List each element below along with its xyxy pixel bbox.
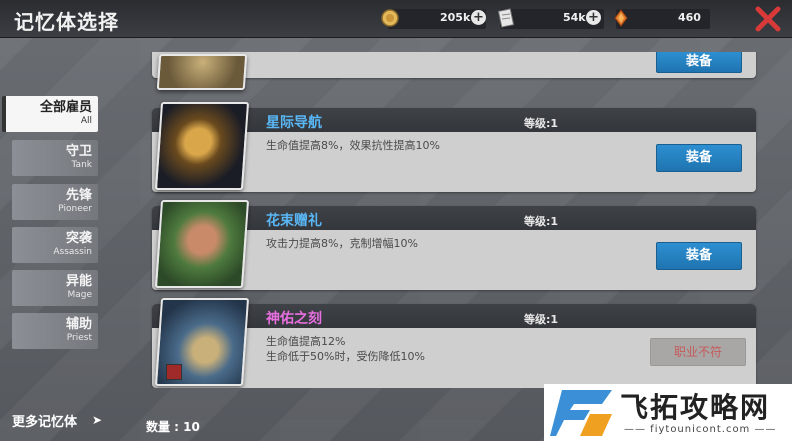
tab-assassin[interactable]: 突袭 Assassin — [12, 227, 98, 263]
add-coin-button[interactable]: + — [471, 10, 486, 25]
list-item: 神佑之刻 等级:1 生命值提高12% 生命低于50%时，受伤降低10% 职业不符 — [152, 298, 756, 388]
tab-pioneer-label: 先锋 — [65, 188, 92, 203]
tab-all-sublabel: All — [80, 116, 92, 126]
tab-all[interactable]: 全部雇员 All — [2, 96, 98, 132]
bouquet-gift-card-image — [154, 200, 250, 288]
class-mismatch-button: 职业不符 — [650, 338, 746, 366]
tab-mage-label: 异能 — [65, 274, 92, 289]
top-bar: 记忆体选择 205k + 54k + 460 — [0, 0, 792, 38]
card-description: 攻击力提高8%，克制增幅10% — [266, 237, 418, 250]
coin-icon — [381, 9, 399, 27]
ticket-value: 54k — [563, 11, 586, 24]
tab-priest-label: 辅助 — [65, 317, 92, 332]
crystal-icon — [614, 9, 628, 27]
card-description: 生命值提高12% 生命低于50%时，受伤降低10% — [266, 334, 425, 364]
card-description-line: 生命值提高12% — [266, 335, 346, 348]
coin-value: 205k — [440, 11, 471, 24]
watermark-title: 飞拓攻略网 — [620, 391, 771, 424]
add-ticket-button[interactable]: + — [586, 10, 601, 25]
lock-icon — [166, 364, 182, 380]
tab-pioneer[interactable]: 先锋 Pioneer — [12, 184, 98, 220]
card-level: 等级:1 — [524, 117, 559, 130]
card-description: 生命值提高8%，效果抗性提高10% — [266, 139, 440, 152]
chevron-right-icon: ➤ — [92, 413, 103, 427]
card-name: 花束赠礼 — [266, 213, 322, 229]
equip-button[interactable]: 装备 — [656, 52, 742, 73]
crystal-value: 460 — [678, 11, 701, 24]
more-memories-link[interactable]: 更多记忆体 — [12, 411, 77, 430]
list-item: 装备 — [152, 52, 756, 90]
card-name: 星际导航 — [266, 115, 322, 131]
tab-tank-label: 守卫 — [65, 144, 92, 159]
list-item: 星际导航 等级:1 生命值提高8%，效果抗性提高10% 装备 — [152, 102, 756, 192]
watermark-url: —— fiytounicont.com —— — [624, 424, 777, 435]
star-navigation-card-image — [154, 102, 250, 190]
ticket-icon — [497, 8, 515, 28]
list-item: 花束赠礼 等级:1 攻击力提高8%，克制增幅10% 装备 — [152, 200, 756, 290]
tab-tank[interactable]: 守卫 Tank — [12, 140, 98, 176]
card-level: 等级:1 — [524, 313, 559, 326]
tab-assassin-sublabel: Assassin — [53, 247, 92, 257]
tab-pioneer-sublabel: Pioneer — [58, 204, 92, 214]
tab-mage[interactable]: 异能 Mage — [12, 270, 98, 306]
card-level: 等级:1 — [524, 215, 559, 228]
tab-priest-sublabel: Priest — [66, 333, 92, 343]
equip-button[interactable]: 装备 — [656, 144, 742, 172]
memory-count: 数量 : 10 — [146, 420, 200, 434]
card-description-line: 生命低于50%时，受伤降低10% — [266, 350, 425, 363]
tab-mage-sublabel: Mage — [67, 290, 92, 300]
tab-assassin-label: 突袭 — [65, 231, 92, 246]
tab-all-label: 全部雇员 — [39, 100, 92, 115]
memory-list[interactable]: 装备 星际导航 等级:1 生命值提高8%，效果抗性提高10% 装备 花束赠礼 等… — [140, 52, 768, 388]
compass-card-image — [156, 54, 248, 90]
tab-priest[interactable]: 辅助 Priest — [12, 313, 98, 349]
equip-button[interactable]: 装备 — [656, 242, 742, 270]
page-title: 记忆体选择 — [14, 10, 119, 34]
card-name: 神佑之刻 — [266, 311, 322, 327]
watermark-logo-icon — [550, 390, 612, 436]
close-icon[interactable] — [752, 3, 784, 35]
tab-tank-sublabel: Tank — [71, 160, 92, 170]
